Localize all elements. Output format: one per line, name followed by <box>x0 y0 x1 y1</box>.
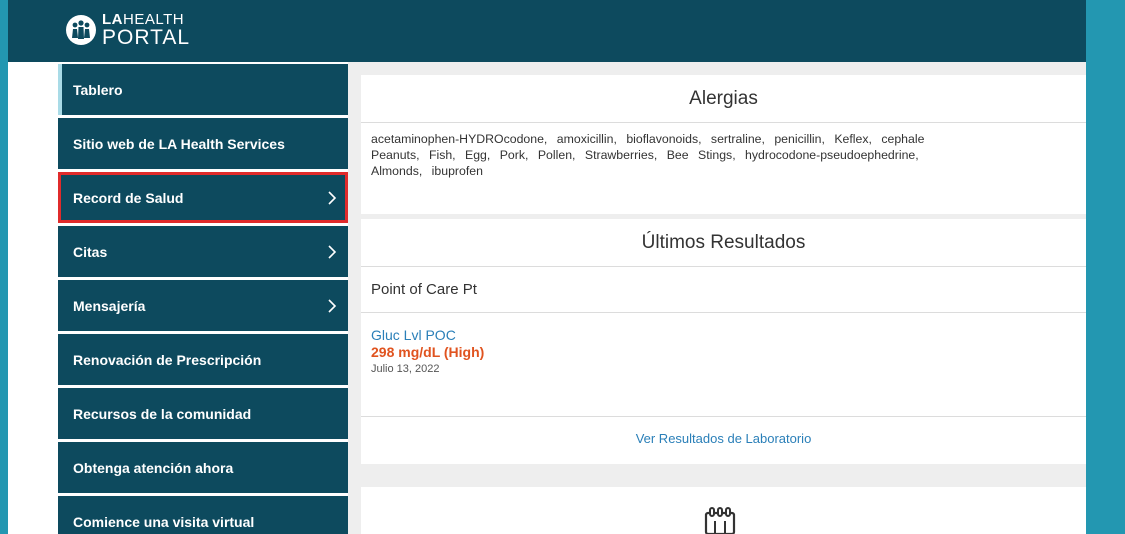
sidebar-item-record-de-salud[interactable]: Record de Salud <box>58 172 348 223</box>
sidebar-item-visita-virtual[interactable]: Comience una visita virtual <box>58 496 348 534</box>
sidebar-item-label: Mensajería <box>73 297 146 314</box>
latest-results-card: Últimos Resultados Point of Care Pt Gluc… <box>361 219 1086 464</box>
chevron-right-icon <box>328 244 337 259</box>
sidebar-item-obtenga-atencion[interactable]: Obtenga atención ahora <box>58 442 348 493</box>
latest-results-title: Últimos Resultados <box>361 219 1086 267</box>
sidebar: Tablero Sitio web de LA Health Services … <box>8 62 348 534</box>
family-logo-icon <box>66 15 96 45</box>
sidebar-item-tablero[interactable]: Tablero <box>58 64 348 115</box>
chevron-right-icon <box>328 190 337 205</box>
allergies-line: Almonds, ibuprofen <box>371 164 483 178</box>
allergies-list: acetaminophen-HYDROcodone, amoxicillin, … <box>361 123 1086 179</box>
sidebar-item-renovacion-prescripcion[interactable]: Renovación de Prescripción <box>58 334 348 385</box>
sidebar-item-label: Recursos de la comunidad <box>73 405 252 422</box>
sidebar-item-label: Record de Salud <box>73 189 184 206</box>
result-name[interactable]: Gluc Lvl POC <box>371 327 1086 343</box>
allergies-line: Peanuts, Fish, Egg, Pork, Pollen, Strawb… <box>371 148 919 162</box>
sidebar-item-mensajeria[interactable]: Mensajería <box>58 280 348 331</box>
appointments-card <box>361 487 1086 534</box>
top-bar: LAHEALTH PORTAL <box>8 0 1086 62</box>
sidebar-item-label: Comience una visita virtual <box>73 513 255 530</box>
result-value: 298 mg/dL (High) <box>371 344 485 360</box>
allergies-title: Alergias <box>361 75 1086 123</box>
sidebar-item-label: Tablero <box>73 81 123 98</box>
sidebar-item-label: Obtenga atención ahora <box>73 459 234 476</box>
sidebar-item-la-health-services[interactable]: Sitio web de LA Health Services <box>58 118 348 169</box>
allergies-line: acetaminophen-HYDROcodone, amoxicillin, … <box>371 132 925 146</box>
portal-window: LAHEALTH PORTAL Tablero Sitio web de LA … <box>8 0 1086 534</box>
la-health-portal-logo[interactable]: LAHEALTH PORTAL <box>66 6 190 54</box>
sidebar-item-label: Citas <box>73 243 108 260</box>
allergies-card: Alergias acetaminophen-HYDROcodone, amox… <box>361 75 1086 214</box>
logo-wordmark: LAHEALTH PORTAL <box>102 12 190 48</box>
result-date: Julio 13, 2022 <box>371 363 440 375</box>
view-lab-results-link[interactable]: Ver Resultados de Laboratorio <box>361 417 1086 463</box>
sidebar-item-recursos-comunidad[interactable]: Recursos de la comunidad <box>58 388 348 439</box>
chevron-right-icon <box>328 298 337 313</box>
sidebar-item-label: Sitio web de LA Health Services <box>73 135 285 152</box>
result-section-title: Point of Care Pt <box>361 267 1086 313</box>
sidebar-item-label: Renovación de Prescripción <box>73 351 262 368</box>
calendar-icon <box>704 507 736 534</box>
logo-portal: PORTAL <box>102 26 191 49</box>
result-item[interactable]: Gluc Lvl POC 298 mg/dL (High) Julio 13, … <box>361 313 1086 417</box>
sidebar-item-citas[interactable]: Citas <box>58 226 348 277</box>
